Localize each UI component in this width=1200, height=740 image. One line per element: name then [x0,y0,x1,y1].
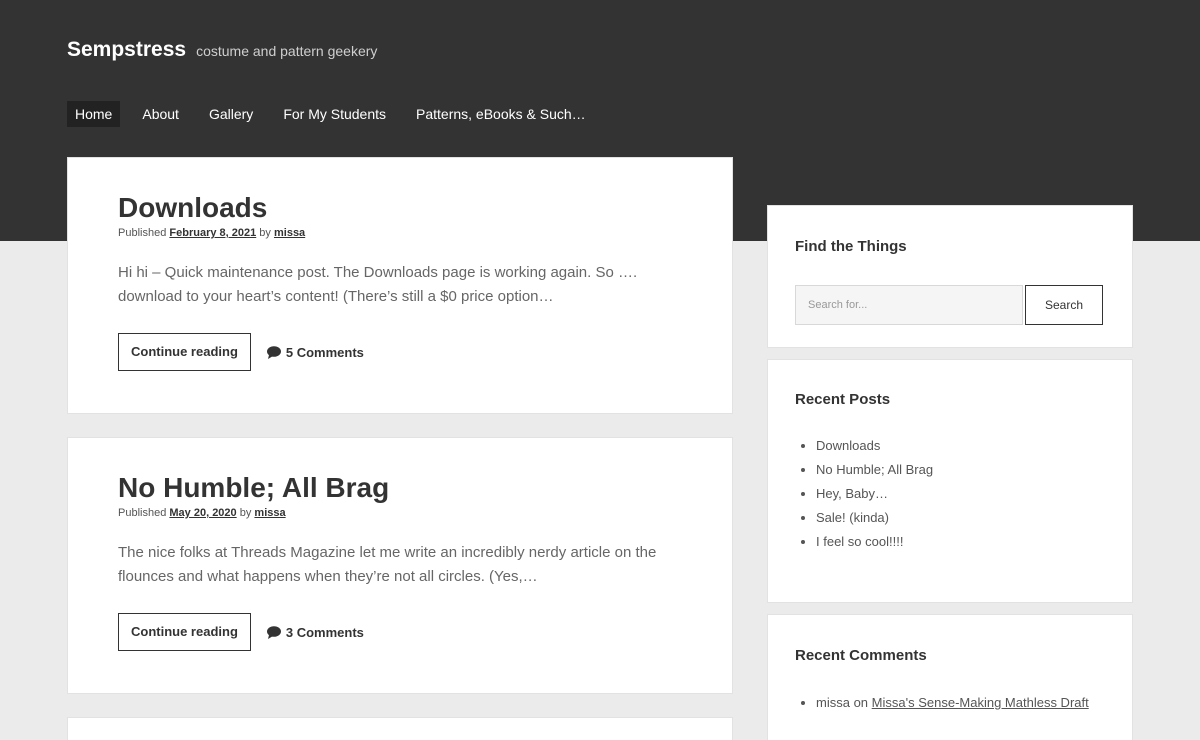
post-date-link[interactable]: February 8, 2021 [169,227,256,239]
post-title-link[interactable]: No Humble; All Brag [118,472,389,503]
post-author-link[interactable]: missa [274,227,305,239]
post-meta: Published February 8, 2021 by missa [118,225,682,241]
nav-item-patterns-ebooks[interactable]: Patterns, eBooks & Such… [408,101,594,127]
published-label: Published [118,507,167,519]
post-title: Downloads [118,191,682,225]
site-title[interactable]: Sempstress [67,38,186,62]
comment-post-link[interactable]: Missa's Sense-Making Mathless Draft [872,695,1089,710]
recent-posts-list: Downloads No Humble; All Brag Hey, Baby…… [795,434,1105,554]
list-item: Hey, Baby… [816,482,1105,506]
post-title: No Humble; All Brag [118,471,682,505]
comments-link[interactable]: 5 Comments [266,344,364,360]
site-tagline: costume and pattern geekery [196,43,378,59]
comments-count: 3 Comments [285,624,364,640]
search-widget: Find the Things Search [767,205,1133,348]
post-excerpt: The nice folks at Threads Magazine let m… [118,544,657,585]
published-label: Published [118,227,167,239]
nav-item-gallery[interactable]: Gallery [201,101,261,127]
comment-author: missa [816,695,850,710]
nav-item-home[interactable]: Home [67,101,121,127]
post-excerpt: Hi hi – Quick maintenance post. The Down… [118,264,638,305]
post-author-link[interactable]: missa [254,507,285,519]
speech-bubble-icon [266,625,281,639]
recent-comments-widget: Recent Comments missa on Missa's Sense-M… [767,614,1133,740]
nav-item-about[interactable]: About [134,101,187,127]
recent-post-link[interactable]: Sale! (kinda) [816,510,889,525]
comments-count: 5 Comments [285,344,364,360]
comment-on-label: on [853,695,869,710]
recent-post-link[interactable]: I feel so cool!!!! [816,534,903,549]
post-card: Downloads Published February 8, 2021 by … [67,157,733,414]
search-form: Search [795,285,1105,325]
recent-posts-widget: Recent Posts Downloads No Humble; All Br… [767,359,1133,603]
site-branding: Sempstress costume and pattern geekery [67,38,377,62]
nav-item-for-my-students[interactable]: For My Students [275,101,394,127]
post-meta: Published May 20, 2020 by missa [118,505,682,521]
search-button[interactable]: Search [1025,285,1103,325]
main-nav: Home About Gallery For My Students Patte… [67,101,608,127]
by-label: by [239,507,252,519]
list-item: Downloads [816,434,1105,458]
search-input[interactable] [795,285,1023,325]
post-actions: Continue reading 3 Comments [118,613,682,651]
comments-link[interactable]: 3 Comments [266,624,364,640]
continue-reading-button[interactable]: Continue reading [118,613,251,651]
recent-post-link[interactable]: Downloads [816,438,880,453]
post-card [67,717,733,740]
recent-post-link[interactable]: No Humble; All Brag [816,462,933,477]
list-item: missa on Missa's Sense-Making Mathless D… [816,691,1105,715]
recent-comments-list: missa on Missa's Sense-Making Mathless D… [795,691,1105,715]
post-title-link[interactable]: Downloads [118,192,267,223]
continue-reading-button[interactable]: Continue reading [118,333,251,371]
by-label: by [259,227,271,239]
post-card: No Humble; All Brag Published May 20, 20… [67,437,733,694]
widget-title: Find the Things [795,238,907,255]
widget-title: Recent Comments [795,647,927,664]
recent-post-link[interactable]: Hey, Baby… [816,486,888,501]
post-date-link[interactable]: May 20, 2020 [169,507,236,519]
post-actions: Continue reading 5 Comments [118,333,682,371]
speech-bubble-icon [266,345,281,359]
list-item: I feel so cool!!!! [816,530,1105,554]
widget-title: Recent Posts [795,391,891,408]
list-item: No Humble; All Brag [816,458,1105,482]
list-item: Sale! (kinda) [816,506,1105,530]
